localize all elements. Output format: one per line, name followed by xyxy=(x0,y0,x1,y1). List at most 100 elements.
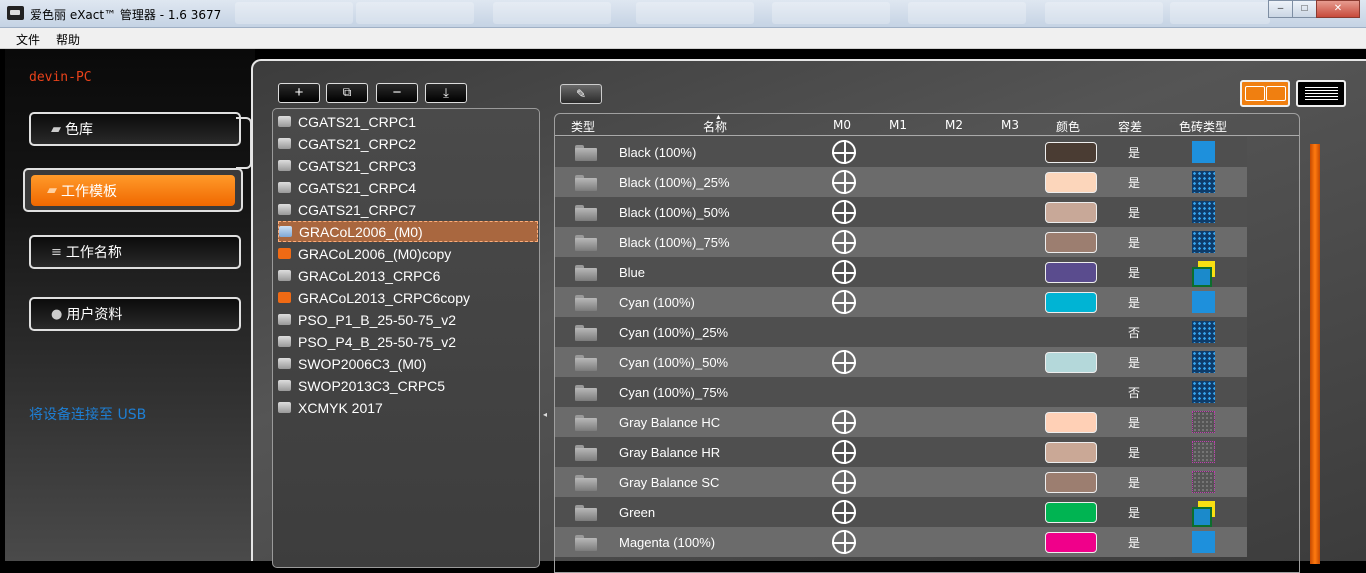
col-color[interactable]: 颜色 xyxy=(1056,118,1080,135)
patch-type-icon xyxy=(1192,531,1215,553)
table-row[interactable]: Cyan (100%)_75% 否 xyxy=(555,377,1247,407)
template-icon xyxy=(278,358,291,369)
patch-type-cell xyxy=(1192,167,1215,197)
template-list[interactable]: CGATS21_CRPC1 CGATS21_CRPC2 CGATS21_CRPC3 C… xyxy=(272,108,540,568)
patch-type-icon xyxy=(1192,471,1215,493)
template-item[interactable]: CGATS21_CRPC3 xyxy=(278,155,538,176)
export-template-button[interactable]: ⤓ xyxy=(425,83,467,103)
list-view-button[interactable] xyxy=(1296,80,1346,107)
menu-file[interactable]: 文件 xyxy=(16,31,40,48)
table-row[interactable]: Magenta (100%) 是 xyxy=(555,527,1247,557)
name-cell: Cyan (100%)_25% xyxy=(619,324,729,340)
table-row[interactable]: Cyan (100%)_25% 否 xyxy=(555,317,1247,347)
sidebar-item-color-library[interactable]: ▰ 色库 xyxy=(29,112,241,146)
template-item[interactable]: GRACoL2006_(M0)copy xyxy=(278,243,538,264)
template-item[interactable]: GRACoL2006_(M0) xyxy=(278,221,538,242)
template-label: GRACoL2013_CRPC6 xyxy=(298,267,441,284)
add-template-button[interactable]: + xyxy=(278,83,320,103)
user-icon: ● xyxy=(51,306,63,322)
color-cell xyxy=(1045,137,1097,167)
maximize-button[interactable]: □ xyxy=(1292,0,1317,18)
template-label: SWOP2006C3_(M0) xyxy=(298,355,427,372)
tolerance-cell: 是 xyxy=(1128,355,1141,370)
table-row[interactable]: Gray Balance SC 是 xyxy=(555,467,1247,497)
folder-icon xyxy=(575,234,597,251)
template-item[interactable]: XCMYK 2017 xyxy=(278,397,538,418)
template-label: CGATS21_CRPC2 xyxy=(298,135,417,152)
crosshair-icon xyxy=(832,440,856,464)
template-item[interactable]: PSO_P4_B_25-50-75_v2 xyxy=(278,331,538,352)
table-row[interactable]: Black (100%)_25% 是 xyxy=(555,167,1247,197)
template-item[interactable]: GRACoL2013_CRPC6copy xyxy=(278,287,538,308)
table-row[interactable]: Black (100%) 是 xyxy=(555,137,1247,167)
tolerance-cell: 是 xyxy=(1128,295,1141,310)
remove-template-button[interactable]: − xyxy=(376,83,418,103)
tolerance-cell: 是 xyxy=(1128,145,1141,160)
template-item[interactable]: PSO_P1_B_25-50-75_v2 xyxy=(278,309,538,330)
app-icon xyxy=(7,6,24,20)
table-row[interactable]: Cyan (100%) 是 xyxy=(555,287,1247,317)
type-cell xyxy=(575,257,597,287)
col-tolerance[interactable]: 容差 xyxy=(1118,118,1142,135)
template-item[interactable]: SWOP2006C3_(M0) xyxy=(278,353,538,374)
template-label: CGATS21_CRPC7 xyxy=(298,201,417,218)
template-item[interactable]: CGATS21_CRPC2 xyxy=(278,133,538,154)
list-view-icon xyxy=(1305,87,1338,100)
type-cell xyxy=(575,467,597,497)
table-row[interactable]: Cyan (100%)_50% 是 xyxy=(555,347,1247,377)
close-button[interactable]: ✕ xyxy=(1316,0,1360,18)
col-type[interactable]: 类型 xyxy=(571,118,595,135)
table-row[interactable]: Blue 是 xyxy=(555,257,1247,287)
minimize-button[interactable]: – xyxy=(1268,0,1293,18)
col-m2[interactable]: M2 xyxy=(945,118,963,132)
table-row[interactable]: Green 是 xyxy=(555,497,1247,527)
table-row[interactable]: Gray Balance HC 是 xyxy=(555,407,1247,437)
crosshair-icon xyxy=(832,140,856,164)
template-item[interactable]: SWOP2013C3_CRPC5 xyxy=(278,375,538,396)
edit-button[interactable]: ✎ xyxy=(560,84,602,104)
folder-icon xyxy=(575,474,597,491)
tolerance-cell: 是 xyxy=(1128,475,1141,490)
menu-help[interactable]: 帮助 xyxy=(56,31,80,48)
table-row[interactable]: Gray Balance HR 是 xyxy=(555,437,1247,467)
background-window-ghost xyxy=(772,2,890,24)
patch-type-icon xyxy=(1192,351,1215,373)
folder-icon xyxy=(575,144,597,161)
template-label: SWOP2013C3_CRPC5 xyxy=(298,377,446,394)
template-item[interactable]: CGATS21_CRPC1 xyxy=(278,111,538,132)
template-item[interactable]: CGATS21_CRPC7 xyxy=(278,199,538,220)
template-icon xyxy=(278,138,291,149)
name-cell: Cyan (100%) xyxy=(619,294,695,310)
database-icon: ≡ xyxy=(51,244,62,260)
crosshair-icon xyxy=(832,290,856,314)
color-cell xyxy=(1045,497,1097,527)
template-icon: ▰ xyxy=(47,183,57,198)
crosshair-icon xyxy=(832,530,856,554)
connect-usb-link[interactable]: 将设备连接至 USB xyxy=(29,404,146,424)
color-cell xyxy=(1045,287,1097,317)
m0-cell xyxy=(832,467,856,497)
table-row[interactable]: Black (100%)_50% 是 xyxy=(555,197,1247,227)
copy-template-button[interactable]: ⧉ xyxy=(326,83,368,103)
sidebar-item-job-names[interactable]: ≡ 工作名称 xyxy=(29,235,241,269)
template-item[interactable]: GRACoL2013_CRPC6 xyxy=(278,265,538,286)
patch-type-cell xyxy=(1192,407,1215,437)
vertical-scrollbar[interactable] xyxy=(1310,144,1320,564)
splitter-handle[interactable]: ◂ xyxy=(543,410,549,419)
col-m0[interactable]: M0 xyxy=(833,118,851,132)
template-icon xyxy=(278,182,291,193)
col-m1[interactable]: M1 xyxy=(889,118,907,132)
type-cell xyxy=(575,497,597,527)
table-row[interactable]: Black (100%)_75% 是 xyxy=(555,227,1247,257)
col-m3[interactable]: M3 xyxy=(1001,118,1019,132)
active-tab-connector xyxy=(236,117,252,169)
col-patch-type[interactable]: 色砖类型 xyxy=(1179,118,1227,135)
grid-view-button[interactable] xyxy=(1240,80,1290,107)
sidebar-item-user-profile[interactable]: ● 用户资料 xyxy=(29,297,241,331)
m0-cell xyxy=(832,347,856,377)
sidebar-item-job-templates[interactable]: ▰ 工作模板 xyxy=(23,168,243,212)
col-name[interactable]: 名称 xyxy=(703,118,727,135)
template-icon xyxy=(278,292,291,303)
patch-type-icon xyxy=(1192,141,1215,163)
template-item[interactable]: CGATS21_CRPC4 xyxy=(278,177,538,198)
